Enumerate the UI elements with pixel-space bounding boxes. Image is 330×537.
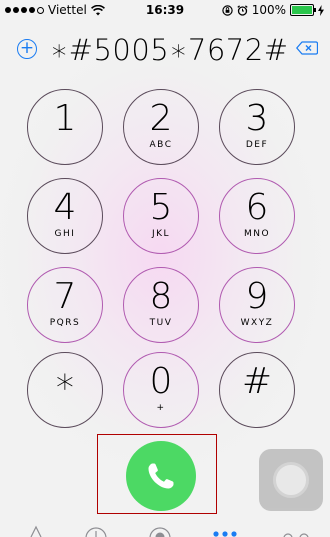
plus-circle-icon[interactable]: + bbox=[17, 39, 37, 59]
key-digit: ∗ bbox=[53, 361, 77, 402]
assistive-touch-button[interactable] bbox=[259, 449, 323, 511]
tab-keypad-icon[interactable] bbox=[213, 531, 237, 537]
alarm-icon bbox=[237, 4, 248, 16]
key-letters: DEF bbox=[245, 140, 269, 150]
key-star[interactable]: ∗ bbox=[27, 352, 103, 428]
key-digit: 0 bbox=[149, 361, 173, 402]
status-bar: Viettel 16:39 100% bbox=[0, 0, 330, 20]
assistive-touch-icon bbox=[273, 462, 309, 498]
battery-icon bbox=[290, 4, 316, 16]
dialed-number: ∗#5005∗7672# bbox=[50, 33, 289, 67]
backspace-icon[interactable] bbox=[296, 41, 318, 55]
key-2[interactable]: 2 ABC bbox=[123, 89, 199, 165]
key-letters: JKL bbox=[151, 229, 171, 239]
key-hash[interactable]: # bbox=[219, 352, 295, 428]
key-letters: ABC bbox=[149, 140, 173, 150]
key-digit: 5 bbox=[149, 187, 173, 228]
charging-bolt-icon bbox=[318, 4, 324, 16]
key-6[interactable]: 6 MNO bbox=[219, 178, 295, 254]
key-letters: PQRS bbox=[49, 318, 81, 328]
key-digit: 9 bbox=[245, 276, 269, 317]
key-3[interactable]: 3 DEF bbox=[219, 89, 295, 165]
key-letters: TUV bbox=[149, 318, 173, 328]
key-digit: 7 bbox=[53, 276, 77, 317]
key-letters: GHI bbox=[54, 229, 76, 239]
status-right: 100% bbox=[221, 3, 324, 17]
key-letters: + bbox=[156, 403, 166, 413]
key-4[interactable]: 4 GHI bbox=[27, 178, 103, 254]
battery-level bbox=[292, 6, 312, 14]
key-9[interactable]: 9 WXYZ bbox=[219, 267, 295, 343]
key-digit: 1 bbox=[53, 98, 77, 139]
key-digit: 3 bbox=[245, 98, 269, 139]
key-7[interactable]: 7 PQRS bbox=[27, 267, 103, 343]
key-5[interactable]: 5 JKL bbox=[123, 178, 199, 254]
battery-percent: 100% bbox=[251, 3, 286, 17]
key-digit: 4 bbox=[53, 187, 77, 228]
key-0[interactable]: 0 + bbox=[123, 352, 199, 428]
tab-recents-icon[interactable] bbox=[85, 527, 107, 537]
key-letters: WXYZ bbox=[240, 318, 274, 328]
tab-contacts-icon[interactable] bbox=[149, 527, 171, 537]
tab-favorites-icon[interactable] bbox=[30, 525, 42, 537]
number-display-row: + ∗#5005∗7672# bbox=[0, 33, 330, 67]
key-digit: # bbox=[241, 361, 273, 402]
phone-icon bbox=[148, 463, 174, 489]
key-digit: 2 bbox=[149, 98, 173, 139]
lock-rotation-icon bbox=[221, 4, 233, 16]
key-8[interactable]: 8 TUV bbox=[123, 267, 199, 343]
key-1[interactable]: 1 bbox=[27, 89, 103, 165]
call-button[interactable] bbox=[126, 441, 196, 511]
key-digit: 8 bbox=[149, 276, 173, 317]
key-digit: 6 bbox=[245, 187, 269, 228]
key-letters: MNO bbox=[243, 229, 271, 239]
tab-bar bbox=[30, 525, 309, 537]
